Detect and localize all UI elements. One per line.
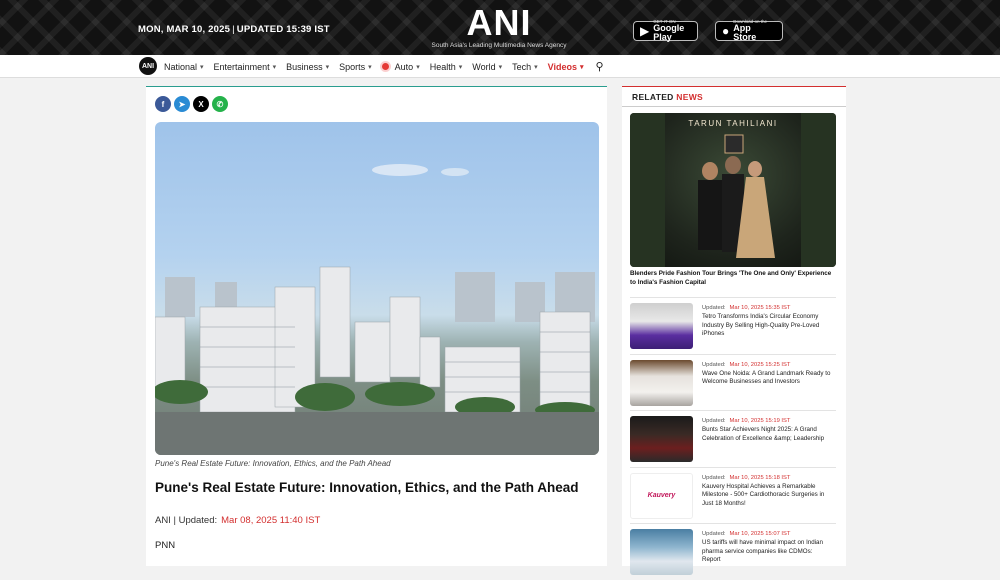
news-headline[interactable]: Bunts Star Achievers Night 2025: A Grand… bbox=[702, 426, 832, 443]
feature-brand-text: TARUN TAHILIANI bbox=[688, 119, 778, 128]
facebook-icon[interactable]: f bbox=[155, 96, 171, 112]
current-date: MON, MAR 10, 2025 bbox=[138, 24, 231, 35]
list-item[interactable]: Updated: Mar 10, 2025 15:25 IST Wave One … bbox=[630, 353, 836, 411]
google-play-icon: ▶ bbox=[640, 24, 650, 38]
news-date: Mar 10, 2025 15:18 IST bbox=[729, 474, 791, 481]
news-thumbnail bbox=[630, 529, 693, 575]
chevron-down-icon: ▾ bbox=[368, 63, 372, 71]
news-date: Mar 10, 2025 15:25 IST bbox=[729, 361, 791, 368]
news-date: Mar 10, 2025 15:35 IST bbox=[729, 305, 791, 311]
updated-time: UPDATED 15:39 IST bbox=[236, 24, 330, 35]
nav-label: Sports bbox=[339, 61, 366, 72]
related-news-heading: RELATED NEWS bbox=[632, 92, 703, 102]
nav-item-videos[interactable]: Videos ▾ bbox=[548, 62, 584, 72]
nav-label: Tech bbox=[512, 61, 532, 72]
heading-news: NEWS bbox=[676, 92, 703, 102]
news-updated: Updated: Mar 10, 2025 15:18 IST bbox=[702, 475, 790, 481]
related-news-sidebar: RELATED NEWS TARUN TAHILIANI Blenders Pr… bbox=[622, 86, 846, 575]
chevron-down-icon: ▾ bbox=[534, 63, 538, 71]
nav-item-auto[interactable]: Auto ▾ bbox=[381, 61, 420, 72]
nav-logo-icon[interactable]: ANI bbox=[139, 57, 157, 75]
news-updated: Updated: Mar 10, 2025 15:07 IST bbox=[702, 531, 790, 537]
kauvery-logo: Kauvery bbox=[647, 492, 676, 499]
related-news-list: Updated: Mar 10, 2025 15:35 IST Tetro Tra… bbox=[630, 297, 836, 580]
logo-tagline: South Asia's Leading Multimedia News Age… bbox=[431, 42, 567, 49]
updated-label: Updated: bbox=[702, 305, 726, 311]
logo-mark: ANI bbox=[466, 2, 532, 43]
ani-logo[interactable]: ANI South Asia's Leading Multimedia News… bbox=[424, 2, 574, 50]
list-item[interactable]: Updated: Mar 10, 2025 15:07 IST US tariff… bbox=[630, 523, 836, 580]
chevron-down-icon: ▾ bbox=[272, 63, 277, 71]
app-store-big: App Store bbox=[733, 23, 757, 43]
main-nav: ANI National ▾ Entertainment ▾ Business ▾ S… bbox=[0, 55, 1000, 78]
nav-item-business[interactable]: Business ▾ bbox=[286, 62, 329, 72]
article-body-first-line: PNN bbox=[155, 540, 176, 551]
chevron-down-icon: ▾ bbox=[458, 63, 463, 71]
chevron-down-icon: ▾ bbox=[498, 63, 503, 71]
nav-item-world[interactable]: World ▾ bbox=[472, 62, 502, 72]
news-thumbnail: Kauvery bbox=[630, 472, 693, 519]
nav-label: Auto bbox=[394, 61, 414, 72]
news-date: Mar 10, 2025 15:19 IST bbox=[729, 418, 791, 424]
image-caption: Pune's Real Estate Future: Innovation, E… bbox=[155, 459, 391, 468]
news-thumbnail bbox=[630, 416, 693, 462]
telegram-icon[interactable]: ➤ bbox=[174, 96, 190, 112]
news-headline[interactable]: US tariffs will have minimal impact on I… bbox=[702, 539, 832, 565]
updated-label: Updated: bbox=[702, 418, 726, 424]
news-thumbnail bbox=[630, 359, 693, 406]
live-dot-icon bbox=[381, 63, 389, 70]
news-headline[interactable]: Kauvery Hospital Achieves a Remarkable M… bbox=[702, 483, 832, 509]
nav-item-sports[interactable]: Sports ▾ bbox=[339, 62, 372, 72]
google-play-button[interactable]: ▶ GET IT ON Google Play bbox=[633, 19, 698, 43]
list-item[interactable]: Updated: Mar 10, 2025 15:35 IST Tetro Tra… bbox=[630, 297, 836, 354]
article-hero-image bbox=[155, 122, 599, 455]
whatsapp-icon[interactable]: ✆ bbox=[212, 96, 228, 112]
fashion-event-illustration bbox=[630, 113, 836, 267]
article-source: ANI | Updated: bbox=[155, 515, 218, 526]
google-play-big: Google Play bbox=[653, 23, 685, 43]
list-item[interactable]: Updated: Mar 10, 2025 15:19 IST Bunts Sta… bbox=[630, 410, 836, 467]
nav-label: National bbox=[164, 61, 198, 72]
heading-related: RELATED bbox=[632, 92, 674, 102]
nav-item-entertainment[interactable]: Entertainment ▾ bbox=[214, 62, 277, 72]
list-item[interactable]: Kauvery Updated: Mar 10, 2025 15:18 IST K… bbox=[630, 466, 836, 524]
apple-icon: ● bbox=[722, 24, 730, 38]
search-icon[interactable]: ⚲ bbox=[596, 60, 604, 73]
chevron-down-icon: ▾ bbox=[579, 63, 584, 71]
city-skyline-illustration bbox=[155, 164, 599, 455]
date-updated: MON, MAR 10, 2025 | UPDATED 15:39 IST bbox=[138, 24, 330, 35]
news-updated: Updated: Mar 10, 2025 15:19 IST bbox=[702, 418, 790, 424]
nav-label: World bbox=[472, 61, 496, 72]
news-date: Mar 10, 2025 15:07 IST bbox=[729, 531, 791, 537]
nav-item-health[interactable]: Health ▾ bbox=[430, 62, 463, 72]
article-meta: ANI | Updated: Mar 08, 2025 11:40 IST bbox=[155, 515, 320, 526]
nav-item-national[interactable]: National ▾ bbox=[164, 62, 204, 72]
nav-label: Business bbox=[286, 61, 323, 72]
nav-label: Health bbox=[429, 61, 456, 72]
chevron-down-icon: ▾ bbox=[200, 63, 204, 71]
chevron-down-icon: ▾ bbox=[416, 63, 420, 71]
feature-headline[interactable]: Blenders Pride Fashion Tour Brings 'The … bbox=[630, 270, 836, 287]
divider bbox=[622, 106, 846, 107]
updated-label: Updated: bbox=[702, 361, 726, 368]
nav-label: Videos bbox=[547, 61, 577, 72]
nav-item-tech[interactable]: Tech ▾ bbox=[512, 62, 538, 72]
updated-label: Updated: bbox=[702, 531, 726, 537]
share-bar: f ➤ X ✆ bbox=[155, 96, 231, 112]
news-thumbnail bbox=[630, 303, 693, 349]
article-title: Pune's Real Estate Future: Innovation, E… bbox=[155, 480, 579, 495]
feature-image[interactable]: TARUN TAHILIANI bbox=[630, 113, 836, 267]
app-store-button[interactable]: ● Download on the App Store bbox=[715, 19, 783, 43]
news-headline[interactable]: Tetro Transforms India's Circular Econom… bbox=[702, 313, 832, 339]
x-twitter-icon[interactable]: X bbox=[193, 96, 209, 112]
news-updated: Updated: Mar 10, 2025 15:25 IST bbox=[702, 362, 790, 368]
chevron-down-icon: ▾ bbox=[325, 63, 330, 71]
news-headline[interactable]: Wave One Noida: A Grand Landmark Ready t… bbox=[702, 370, 832, 387]
article-panel: f ➤ X ✆ Pune's Real Estate Future: Innov… bbox=[146, 86, 607, 566]
top-banner: MON, MAR 10, 2025 | UPDATED 15:39 IST ANI … bbox=[0, 0, 1000, 55]
news-updated: Updated: Mar 10, 2025 15:35 IST bbox=[702, 305, 790, 311]
updated-label: Updated: bbox=[702, 474, 726, 481]
article-date: Mar 08, 2025 11:40 IST bbox=[221, 515, 321, 526]
nav-label: Entertainment bbox=[213, 61, 270, 72]
